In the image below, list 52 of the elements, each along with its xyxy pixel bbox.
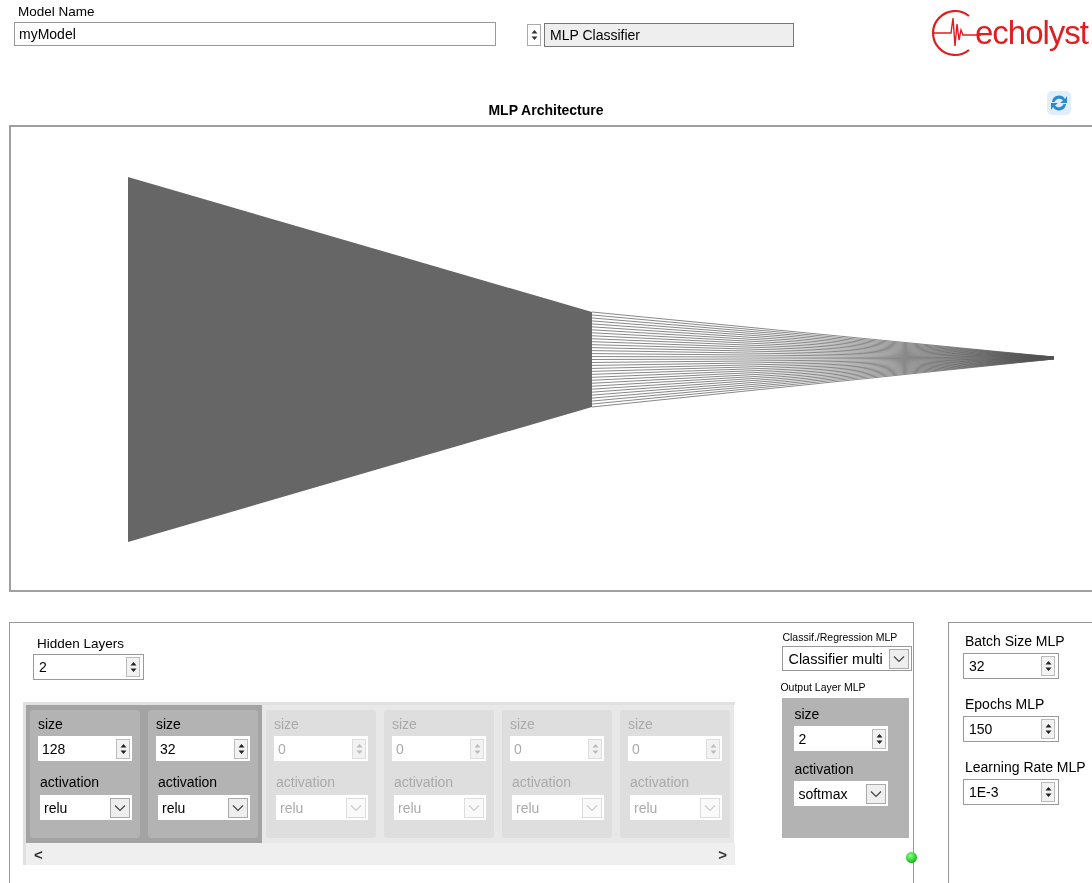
- spinner-arrows-icon: [1041, 656, 1055, 676]
- field-label: Hidden Layers: [37, 636, 126, 651]
- caret-icon: [464, 797, 484, 818]
- spinner-arrows-icon: [872, 728, 887, 749]
- hidden-layers-field[interactable]: 2: [33, 654, 144, 680]
- number-field[interactable]: 150: [963, 716, 1059, 742]
- field-label: size: [38, 716, 64, 732]
- spinner-arrows-icon: [116, 738, 130, 759]
- number-field[interactable]: 1E-3: [963, 779, 1059, 805]
- size-field[interactable]: 128: [38, 736, 132, 761]
- scroll-right-arrow[interactable]: >: [718, 845, 727, 863]
- field-label: activation: [40, 774, 101, 790]
- size-field[interactable]: 2: [794, 726, 889, 751]
- task-dropdown[interactable]: Classifier multi: [782, 646, 913, 671]
- refresh-icon[interactable]: [1046, 90, 1072, 116]
- spinner-arrows-icon: [706, 738, 720, 759]
- caret-icon: [866, 783, 887, 804]
- field-label: Batch Size MLP: [965, 633, 1066, 649]
- scroll-left-arrow[interactable]: <: [34, 845, 43, 863]
- spinner-arrows-icon: [352, 738, 366, 759]
- size-field[interactable]: 32: [156, 736, 250, 761]
- caret-icon: [228, 797, 248, 818]
- field-label: Learning Rate MLP: [965, 759, 1087, 775]
- caret-icon: [582, 797, 602, 818]
- logo-text: echolyst: [974, 14, 1088, 52]
- field-label: Epochs MLP: [965, 696, 1046, 712]
- field-label: activation: [794, 761, 855, 777]
- spinner-arrows-icon: [126, 657, 140, 677]
- spinner-arrows-icon: [1041, 782, 1055, 802]
- field-label: Classif./Regression MLP: [782, 631, 899, 643]
- field-label: activation: [158, 774, 219, 790]
- activation-dropdown[interactable]: relu: [158, 795, 250, 820]
- field-label: Model Name: [18, 4, 96, 19]
- spinner-arrows-icon: [588, 738, 602, 759]
- spinner-arrows-icon[interactable]: [527, 24, 541, 46]
- activation-dropdown[interactable]: softmax: [794, 781, 889, 806]
- model-name-field[interactable]: myModel: [14, 22, 496, 46]
- field-label: size: [156, 716, 182, 732]
- spinner-arrows-icon: [1041, 719, 1055, 739]
- caret-icon: [700, 797, 720, 818]
- number-field[interactable]: 32: [963, 653, 1059, 679]
- section-label: Output Layer MLP: [780, 681, 867, 693]
- activation-dropdown[interactable]: relu: [40, 795, 132, 820]
- caret-icon: [889, 648, 910, 669]
- field-label: size: [794, 706, 821, 722]
- horizontal-scrollbar[interactable]: < >: [26, 843, 735, 865]
- caret-icon: [110, 797, 130, 818]
- model-type-field[interactable]: MLP Classifier: [544, 23, 794, 47]
- chart-title: MLP Architecture: [488, 101, 604, 118]
- spinner-arrows-icon: [234, 738, 248, 759]
- spinner-arrows-icon: [470, 738, 484, 759]
- caret-icon: [346, 797, 366, 818]
